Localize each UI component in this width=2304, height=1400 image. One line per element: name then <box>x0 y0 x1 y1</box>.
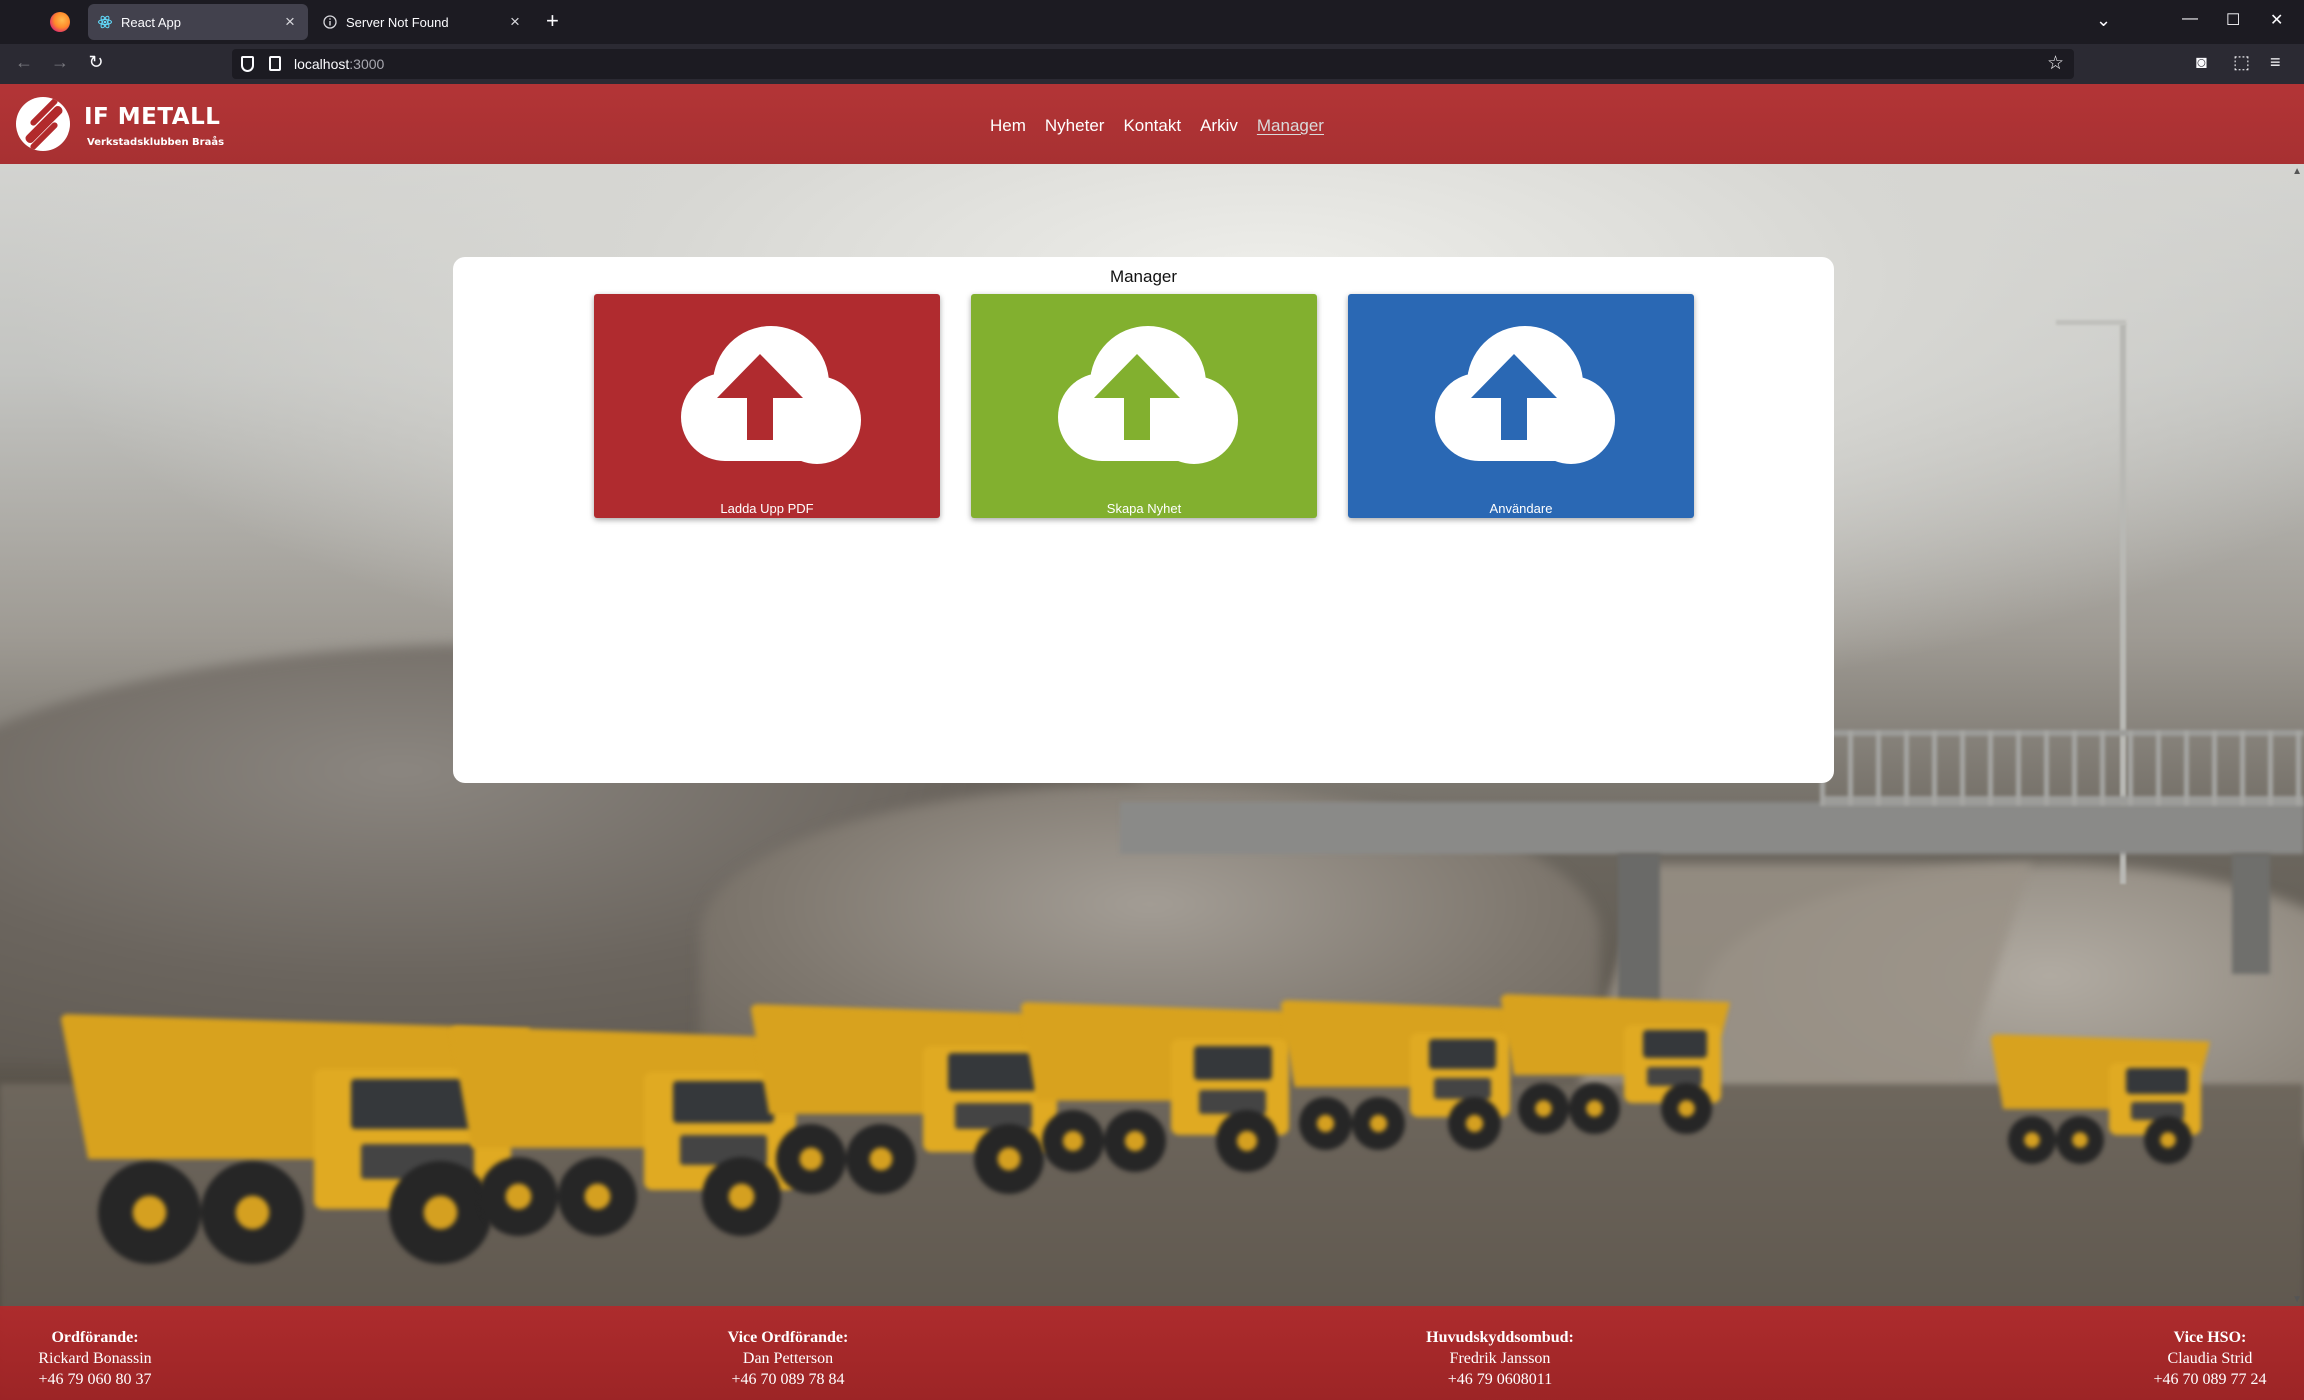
users-card[interactable]: Användare <box>1348 294 1694 518</box>
url-port: :3000 <box>349 56 385 72</box>
manager-panel: Manager Ladda Upp PDF Skapa Nyhet Använd… <box>453 257 1834 783</box>
nav-kontakt[interactable]: Kontakt <box>1123 116 1181 136</box>
reload-icon[interactable]: ↻ <box>84 52 108 73</box>
card-label: Användare <box>1489 501 1553 516</box>
contact-vice-hso: Vice HSO: Claudia Strid +46 70 089 77 24 <box>2130 1327 2290 1390</box>
brand-name: IF METALL <box>84 104 221 130</box>
shield-icon[interactable] <box>241 56 254 72</box>
minimize-icon[interactable]: — <box>2182 10 2198 28</box>
contact-phone: +46 70 089 78 84 <box>731 1371 845 1388</box>
contact-huvudskyddsombud: Huvudskyddsombud: Fredrik Jansson +46 79… <box>1400 1327 1600 1390</box>
upload-pdf-card[interactable]: Ladda Upp PDF <box>594 294 940 518</box>
url-text[interactable]: localhost:3000 <box>294 56 384 72</box>
pocket-icon[interactable]: ◙ <box>2196 52 2207 73</box>
site-footer: Ordförande: Rickard Bonassin +46 79 060 … <box>0 1306 2304 1400</box>
extensions-icon[interactable]: ⬚ <box>2233 52 2250 73</box>
brand-subtitle: Verkstadsklubben Braås <box>87 137 225 148</box>
contact-role: Ordförande: <box>51 1329 139 1346</box>
maximize-icon[interactable]: ☐ <box>2226 10 2240 30</box>
tab-server-not-found[interactable]: Server Not Found × <box>313 4 533 40</box>
firefox-icon[interactable] <box>50 12 70 32</box>
main-nav: Hem Nyheter Kontakt Arkiv Manager <box>990 116 1324 136</box>
page-icon[interactable] <box>269 56 281 71</box>
url-host: localhost <box>294 56 350 72</box>
contact-name: Claudia Strid <box>2167 1350 2253 1367</box>
contact-vice-ordforande: Vice Ordförande: Dan Petterson +46 70 08… <box>698 1327 878 1390</box>
contact-ordforande: Ordförande: Rickard Bonassin +46 79 060 … <box>14 1327 176 1390</box>
contact-phone: +46 79 0608011 <box>1447 1371 1553 1388</box>
cloud-upload-icon <box>681 326 861 464</box>
nav-hem[interactable]: Hem <box>990 116 1026 136</box>
contact-role: Huvudskyddsombud: <box>1426 1329 1574 1346</box>
page-viewport: IF METALL Verkstadsklubben Braås Hem Nyh… <box>0 84 2304 1400</box>
contact-phone: +46 79 060 80 37 <box>38 1371 152 1388</box>
menu-icon[interactable]: ≡ <box>2270 52 2281 73</box>
if-metall-logo[interactable] <box>16 97 70 151</box>
close-tab-icon[interactable]: × <box>507 12 523 32</box>
panel-title: Manager <box>1109 267 1178 286</box>
chevron-down-icon[interactable]: ⌄ <box>2096 10 2111 31</box>
contact-name: Dan Petterson <box>742 1350 834 1367</box>
tab-label: React App <box>121 14 181 30</box>
nav-arkiv[interactable]: Arkiv <box>1200 116 1238 136</box>
card-label: Ladda Upp PDF <box>720 501 814 516</box>
cloud-upload-icon <box>1058 326 1238 464</box>
forward-icon[interactable]: → <box>48 52 72 73</box>
close-tab-icon[interactable]: × <box>282 12 298 32</box>
cloud-upload-icon <box>1435 326 1615 464</box>
contact-phone: +46 70 089 77 24 <box>2153 1371 2267 1388</box>
contact-role: Vice HSO: <box>2173 1329 2247 1346</box>
tab-label: Server Not Found <box>346 14 449 30</box>
info-icon <box>323 15 337 29</box>
scroll-down-arrow[interactable]: ▼ <box>2292 1294 2302 1305</box>
react-icon <box>98 15 112 29</box>
card-label: Skapa Nyhet <box>1106 501 1182 516</box>
back-icon[interactable]: ← <box>12 52 36 73</box>
tab-react-app[interactable]: React App × <box>88 4 308 40</box>
scroll-up-arrow[interactable]: ▲ <box>2292 166 2302 177</box>
contact-role: Vice Ordförande: <box>727 1329 849 1346</box>
contact-name: Fredrik Jansson <box>1449 1350 1551 1367</box>
bookmark-star-icon[interactable]: ☆ <box>2047 52 2064 75</box>
site-header: IF METALL Verkstadsklubben Braås Hem Nyh… <box>0 84 2304 164</box>
contact-name: Rickard Bonassin <box>38 1350 152 1367</box>
nav-manager[interactable]: Manager <box>1257 116 1324 136</box>
browser-tab-bar: React App × Server Not Found × + ⌄ — ☐ ✕ <box>0 0 2304 44</box>
create-news-card[interactable]: Skapa Nyhet <box>971 294 1317 518</box>
new-tab-button[interactable]: + <box>546 10 559 32</box>
close-window-icon[interactable]: ✕ <box>2270 10 2283 30</box>
browser-toolbar: ← → ↻ localhost:3000 ☆ ◙ ⬚ ≡ <box>0 44 2304 84</box>
nav-nyheter[interactable]: Nyheter <box>1045 116 1105 136</box>
url-bar[interactable]: localhost:3000 ☆ <box>232 49 2074 79</box>
